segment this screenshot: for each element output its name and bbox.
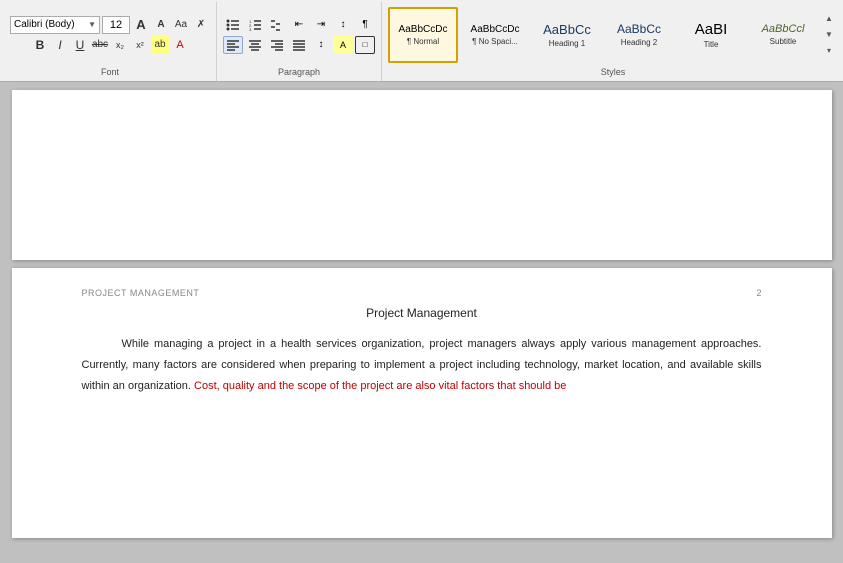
styles-section-label: Styles — [601, 67, 626, 77]
border-btn[interactable]: □ — [355, 36, 375, 54]
style-h1-preview: AaBbCc — [543, 22, 591, 37]
page-title: Project Management — [82, 306, 762, 320]
bold-btn[interactable]: B — [31, 36, 49, 54]
style-normal[interactable]: AaBbCcDc ¶ Normal — [388, 7, 458, 63]
style-nospace-label: ¶ No Spaci... — [472, 37, 518, 46]
font-color-btn[interactable]: A — [171, 36, 189, 54]
style-no-spacing[interactable]: AaBbCcDc ¶ No Spaci... — [460, 7, 530, 63]
style-h1-label: Heading 1 — [549, 39, 585, 48]
font-name-dropdown[interactable]: Calibri (Body) ▼ — [10, 16, 100, 34]
align-left-btn[interactable] — [223, 36, 243, 54]
svg-text:3.: 3. — [249, 27, 252, 32]
font-section-label: Font — [101, 67, 119, 77]
page-2[interactable]: PROJECT MANAGEMENT 2 Project Management … — [12, 268, 832, 538]
sort-btn[interactable]: ↕ — [333, 16, 353, 34]
clear-formatting-btn[interactable]: ✗ — [192, 16, 210, 34]
paragraph-1-red: Cost, quality and the scope of the proje… — [194, 380, 566, 392]
style-title[interactable]: AaBI Title — [676, 7, 746, 63]
strikethrough-btn[interactable]: abc — [91, 36, 109, 54]
justify-btn[interactable] — [289, 36, 309, 54]
font-name-value: Calibri (Body) — [14, 19, 75, 30]
superscript-btn[interactable]: x² — [131, 36, 149, 54]
style-heading1[interactable]: AaBbCc Heading 1 — [532, 7, 602, 63]
subscript-btn[interactable]: x₂ — [111, 36, 129, 54]
styles-more[interactable]: ▾ — [822, 44, 836, 58]
paragraph-section-label: Paragraph — [278, 67, 320, 77]
show-para-btn[interactable]: ¶ — [355, 16, 375, 34]
header-text: PROJECT MANAGEMENT — [82, 288, 200, 298]
bullets-btn[interactable] — [223, 16, 243, 34]
styles-scroll-down[interactable]: ▼ — [822, 28, 836, 42]
style-subtitle-preview: AaBbCcl — [762, 23, 805, 35]
page-1 — [12, 90, 832, 260]
style-subtitle-label: Subtitle — [770, 37, 797, 46]
font-shrink-btn[interactable]: A — [152, 16, 170, 34]
style-heading2[interactable]: AaBbCc Heading 2 — [604, 7, 674, 63]
style-title-label: Title — [704, 40, 719, 49]
styles-scroll-up[interactable]: ▲ — [822, 12, 836, 26]
numbering-btn[interactable]: 1.2.3. — [245, 16, 265, 34]
paragraph-1: While managing a project in a health ser… — [82, 334, 762, 397]
align-right-btn[interactable] — [267, 36, 287, 54]
style-title-preview: AaBI — [695, 21, 728, 38]
align-center-btn[interactable] — [245, 36, 265, 54]
increase-indent-btn[interactable]: ⇥ — [311, 16, 331, 34]
styles-scroll-arrows: ▲ ▼ ▾ — [820, 12, 838, 58]
italic-btn[interactable]: I — [51, 36, 69, 54]
font-section: Calibri (Body) ▼ 12 A A Aa ✗ B I U abc x… — [4, 2, 217, 81]
decrease-indent-btn[interactable]: ⇤ — [289, 16, 309, 34]
line-spacing-btn[interactable]: ↕ — [311, 36, 331, 54]
styles-section: AaBbCcDc ¶ Normal AaBbCcDc ¶ No Spaci...… — [382, 2, 843, 81]
font-size-box[interactable]: 12 — [102, 16, 130, 34]
font-case-btn[interactable]: Aa — [172, 16, 190, 34]
style-normal-preview: AaBbCcDc — [399, 24, 448, 35]
underline-btn[interactable]: U — [71, 36, 89, 54]
style-h2-preview: AaBbCc — [617, 22, 661, 36]
style-subtitle[interactable]: AaBbCcl Subtitle — [748, 7, 818, 63]
multilevel-list-btn[interactable] — [267, 16, 287, 34]
document-area: PROJECT MANAGEMENT 2 Project Management … — [0, 82, 843, 563]
toolbar: Calibri (Body) ▼ 12 A A Aa ✗ B I U abc x… — [0, 0, 843, 82]
style-normal-label: ¶ Normal — [407, 37, 439, 46]
style-nospace-preview: AaBbCcDc — [471, 24, 520, 35]
style-h2-label: Heading 2 — [621, 38, 657, 47]
font-grow-btn[interactable]: A — [132, 16, 150, 34]
page-body[interactable]: While managing a project in a health ser… — [82, 334, 762, 397]
page-header: PROJECT MANAGEMENT 2 — [82, 288, 762, 298]
page-number: 2 — [756, 288, 761, 298]
shading-btn[interactable]: A — [333, 36, 353, 54]
paragraph-section: 1.2.3. ⇤ ⇥ ↕ ¶ — [217, 2, 382, 81]
highlight-btn[interactable]: ab — [151, 36, 169, 54]
